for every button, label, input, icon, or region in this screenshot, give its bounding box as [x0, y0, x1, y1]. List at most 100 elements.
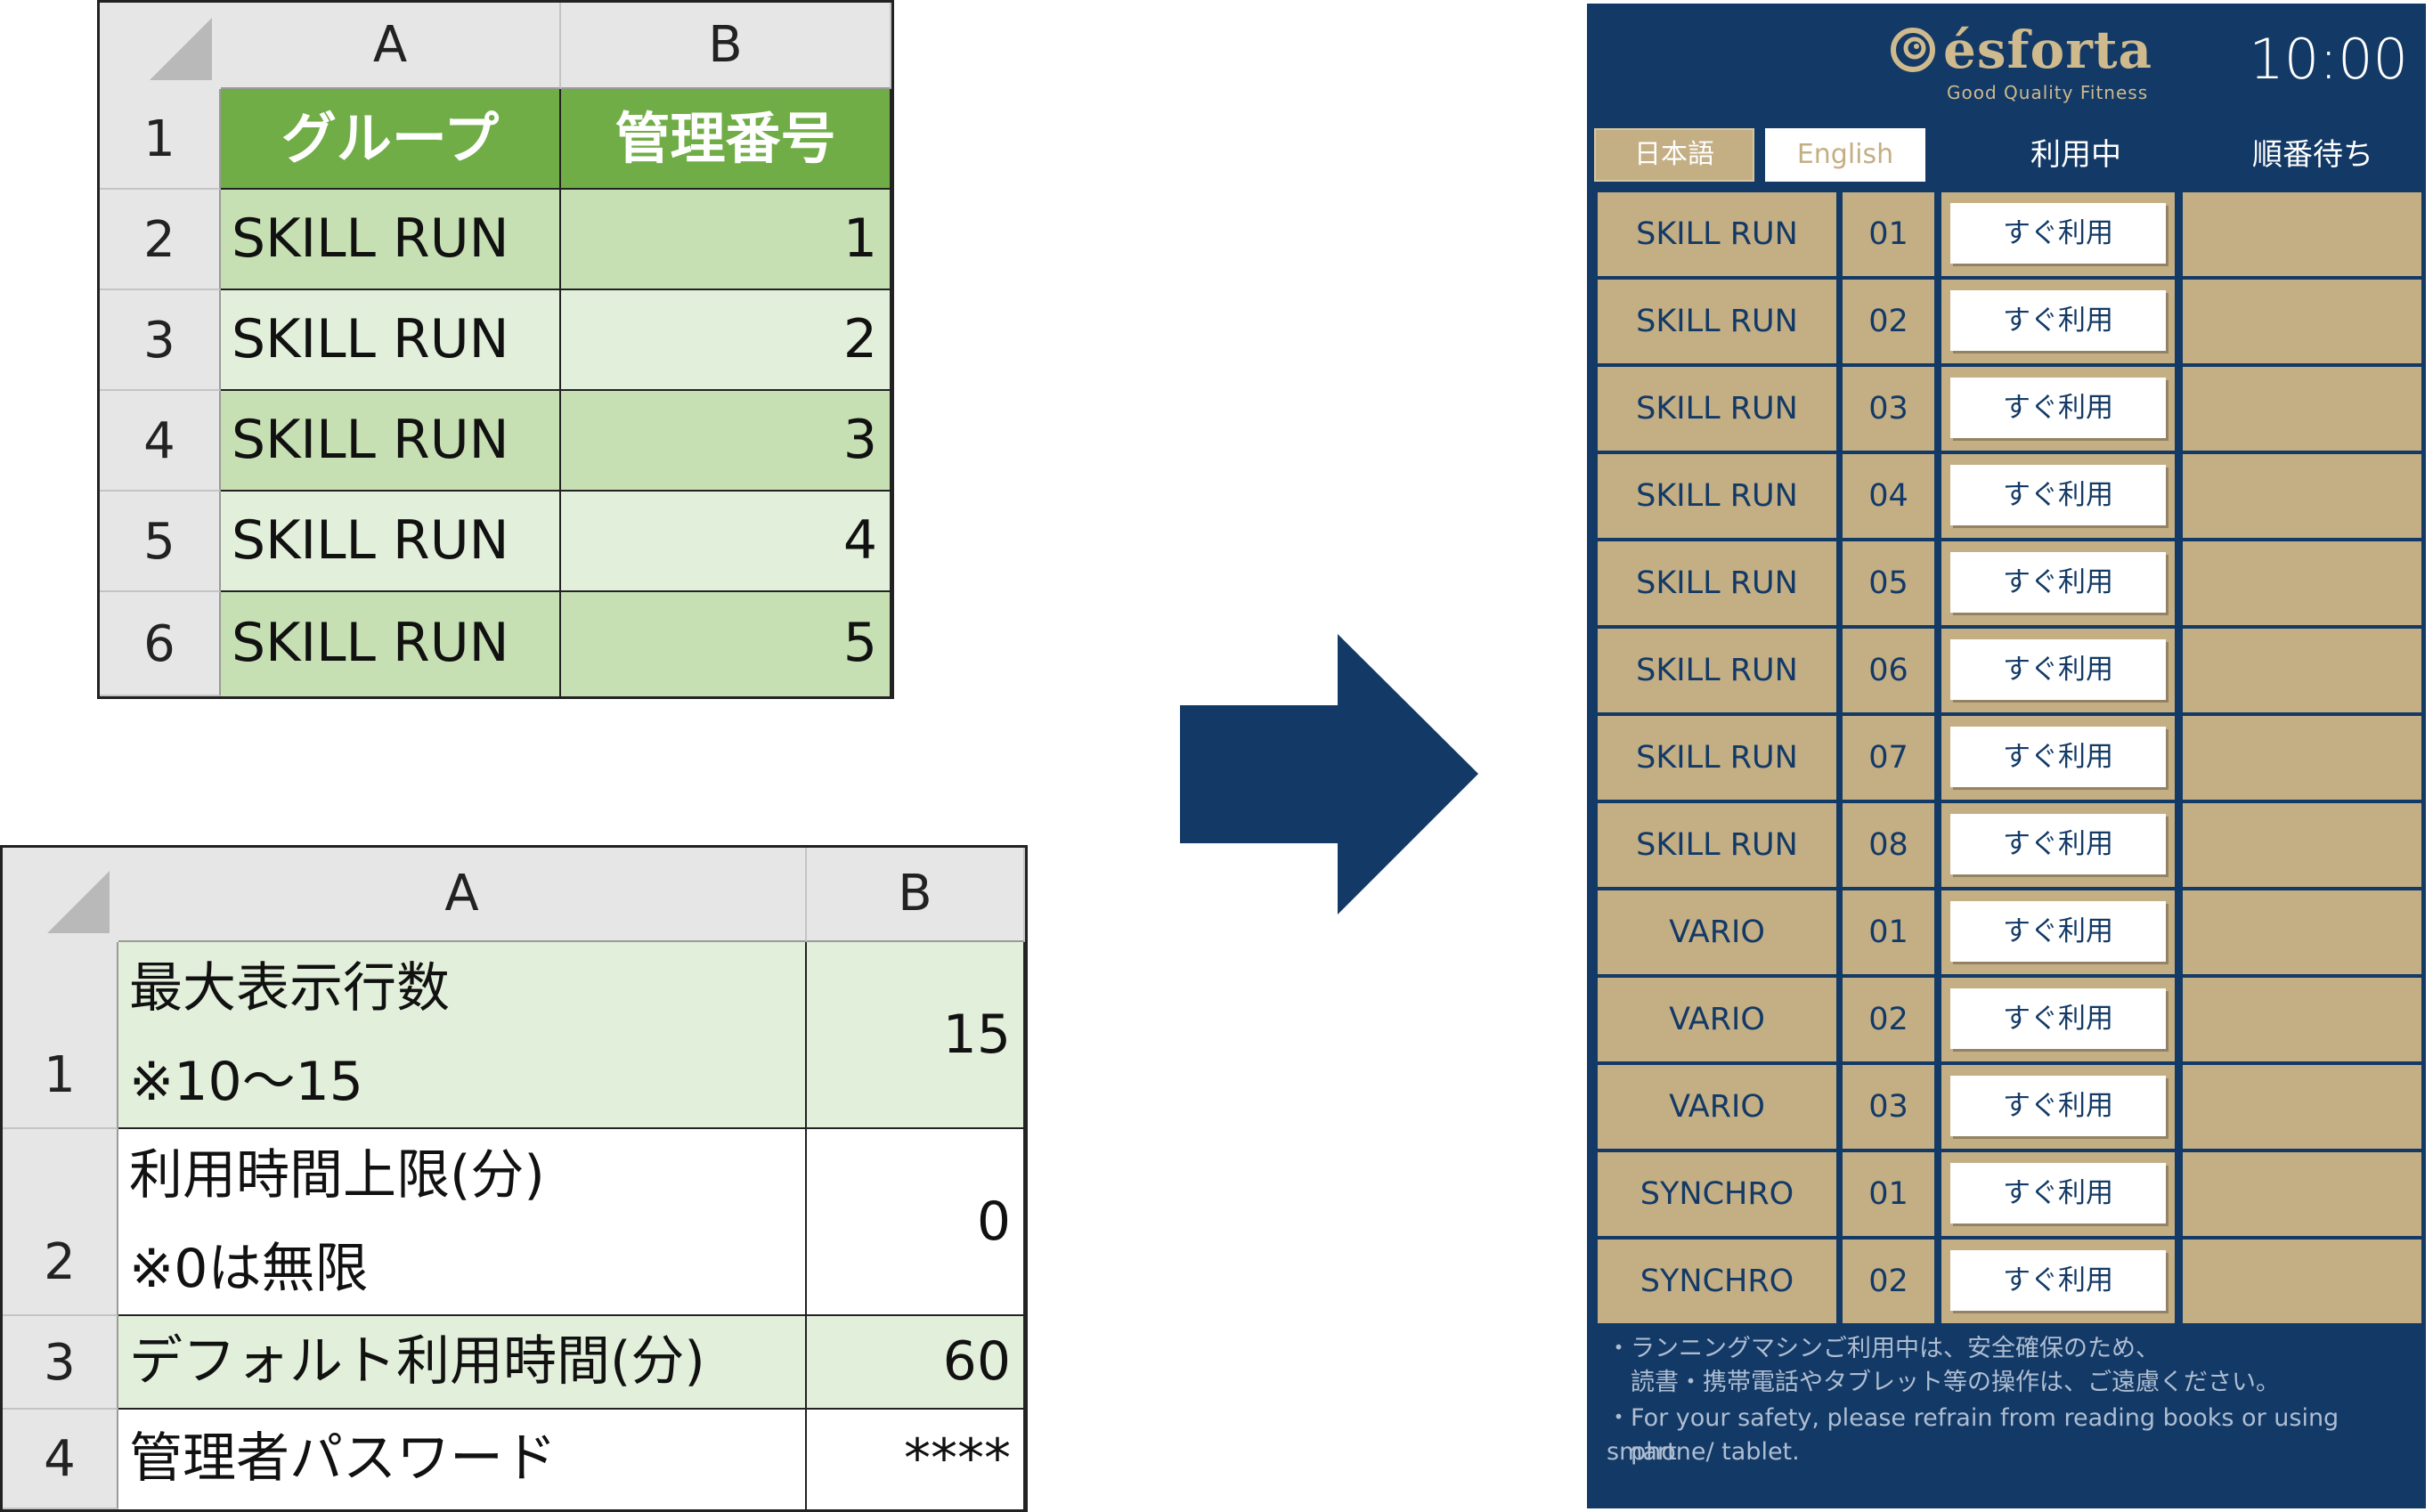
cell-a3[interactable]: SKILL RUN	[221, 290, 561, 391]
cell-a3-default-time[interactable]: デフォルト利用時間(分)	[118, 1316, 807, 1410]
use-now-button[interactable]: すぐ利用	[1950, 378, 2166, 438]
cell-a1-group-header[interactable]: グループ	[221, 89, 561, 190]
in-use-cell: すぐ利用	[1941, 890, 2175, 974]
cell-b3[interactable]: 60	[807, 1316, 1025, 1410]
cell-a2[interactable]: SKILL RUN	[221, 190, 561, 290]
waiting-cell[interactable]	[2183, 890, 2421, 974]
machine-number: 01	[1843, 890, 1934, 974]
row-header-3[interactable]: 3	[100, 290, 221, 391]
machine-number: 02	[1843, 978, 1934, 1061]
machine-name: SKILL RUN	[1598, 541, 1836, 625]
cell-a4[interactable]: SKILL RUN	[221, 391, 561, 492]
column-header-b[interactable]: B	[561, 3, 891, 89]
cell-b4[interactable]: ****	[807, 1410, 1025, 1509]
in-use-cell: すぐ利用	[1941, 541, 2175, 625]
cell-a2-line2: ※0は無限	[129, 1238, 369, 1300]
brand-logo: ésforta Good Quality Fitness	[1890, 20, 2157, 118]
cell-a5[interactable]: SKILL RUN	[221, 492, 561, 592]
machine-number: 04	[1843, 454, 1934, 538]
cell-a2-usage-limit[interactable]: 利用時間上限(分) ※0は無限	[118, 1129, 807, 1316]
use-now-button[interactable]: すぐ利用	[1950, 552, 2166, 613]
machine-name: SKILL RUN	[1598, 803, 1836, 887]
waiting-cell[interactable]	[2183, 280, 2421, 363]
in-use-cell: すぐ利用	[1941, 716, 2175, 800]
machine-row: SKILL RUN 04 すぐ利用	[1598, 454, 2421, 538]
waiting-cell[interactable]	[2183, 978, 2421, 1061]
row-header-1[interactable]: 1	[3, 942, 118, 1129]
row-header-1[interactable]: 1	[100, 89, 221, 190]
waiting-cell[interactable]	[2183, 803, 2421, 887]
machine-row: SKILL RUN 02 すぐ利用	[1598, 280, 2421, 363]
machine-name: SKILL RUN	[1598, 629, 1836, 712]
use-now-button[interactable]: すぐ利用	[1950, 639, 2166, 700]
use-now-button[interactable]: すぐ利用	[1950, 465, 2166, 525]
waiting-cell[interactable]	[2183, 1152, 2421, 1236]
spreadsheet-machine-list: A B 1 2 3 4 5 6 グループ 管理番号 SKILL RUN 1 SK…	[97, 0, 894, 699]
machine-name: VARIO	[1598, 978, 1836, 1061]
row-header-2[interactable]: 2	[100, 190, 221, 290]
in-use-cell: すぐ利用	[1941, 280, 2175, 363]
waiting-cell[interactable]	[2183, 454, 2421, 538]
waiting-cell[interactable]	[2183, 716, 2421, 800]
machine-row: VARIO 03 すぐ利用	[1598, 1065, 2421, 1149]
select-all-corner[interactable]	[100, 3, 221, 89]
cell-b3[interactable]: 2	[561, 290, 891, 391]
waiting-cell[interactable]	[2183, 192, 2421, 276]
cell-a6[interactable]: SKILL RUN	[221, 592, 561, 696]
safety-note-en-2: phone/ tablet.	[1607, 1438, 1800, 1466]
cell-b1-id-header[interactable]: 管理番号	[561, 89, 891, 190]
select-all-corner[interactable]	[3, 848, 118, 942]
use-now-button[interactable]: すぐ利用	[1950, 727, 2166, 787]
cell-b2[interactable]: 1	[561, 190, 891, 290]
machine-name: SKILL RUN	[1598, 280, 1836, 363]
use-now-button[interactable]: すぐ利用	[1950, 1250, 2166, 1311]
row-header-4[interactable]: 4	[100, 391, 221, 492]
column-header-a[interactable]: A	[118, 848, 807, 942]
use-now-button[interactable]: すぐ利用	[1950, 988, 2166, 1049]
machine-row: SKILL RUN 06 すぐ利用	[1598, 629, 2421, 712]
use-now-button[interactable]: すぐ利用	[1950, 1163, 2166, 1223]
column-header-b[interactable]: B	[807, 848, 1025, 942]
cell-a2-line1: 利用時間上限(分)	[129, 1144, 545, 1207]
cell-b5[interactable]: 4	[561, 492, 891, 592]
waiting-cell[interactable]	[2183, 629, 2421, 712]
machine-name: VARIO	[1598, 1065, 1836, 1149]
cell-b6[interactable]: 5	[561, 592, 891, 696]
machine-number: 08	[1843, 803, 1934, 887]
column-title-in-use: 利用中	[2030, 137, 2121, 173]
language-japanese-button[interactable]: 日本語	[1594, 128, 1754, 182]
use-now-button[interactable]: すぐ利用	[1950, 901, 2166, 962]
spreadsheet-settings: A B 1 2 3 4 最大表示行数 ※10～15 15 利用時間上限(分) ※…	[0, 845, 1028, 1512]
cell-b1[interactable]: 15	[807, 942, 1025, 1129]
waiting-cell[interactable]	[2183, 1240, 2421, 1323]
row-header-5[interactable]: 5	[100, 492, 221, 592]
in-use-cell: すぐ利用	[1941, 629, 2175, 712]
cell-b2[interactable]: 0	[807, 1129, 1025, 1316]
waiting-cell[interactable]	[2183, 541, 2421, 625]
machine-name: SYNCHRO	[1598, 1240, 1836, 1323]
row-header-4[interactable]: 4	[3, 1410, 118, 1509]
machine-row: SKILL RUN 03 すぐ利用	[1598, 367, 2421, 451]
use-now-button[interactable]: すぐ利用	[1950, 814, 2166, 874]
machine-row: VARIO 02 すぐ利用	[1598, 978, 2421, 1061]
safety-note-ja-1: ・ランニングマシンご利用中は、安全確保のため、	[1607, 1335, 2160, 1362]
cell-a1-max-rows[interactable]: 最大表示行数 ※10～15	[118, 942, 807, 1129]
waiting-cell[interactable]	[2183, 1065, 2421, 1149]
row-header-3[interactable]: 3	[3, 1316, 118, 1410]
row-header-6[interactable]: 6	[100, 592, 221, 696]
use-now-button[interactable]: すぐ利用	[1950, 290, 2166, 351]
brand-name: ésforta	[1943, 20, 2153, 80]
row-header-2[interactable]: 2	[3, 1129, 118, 1316]
use-now-button[interactable]: すぐ利用	[1950, 1076, 2166, 1136]
column-title-waiting: 順番待ち	[2252, 137, 2373, 173]
cell-a4-admin-password[interactable]: 管理者パスワード	[118, 1410, 807, 1509]
brand-swirl-icon	[1891, 28, 1935, 72]
brand-tagline: Good Quality Fitness	[1947, 82, 2149, 103]
waiting-cell[interactable]	[2183, 367, 2421, 451]
in-use-cell: すぐ利用	[1941, 1065, 2175, 1149]
cell-b4[interactable]: 3	[561, 391, 891, 492]
machine-number: 01	[1843, 1152, 1934, 1236]
language-english-button[interactable]: English	[1765, 128, 1925, 182]
column-header-a[interactable]: A	[221, 3, 561, 89]
use-now-button[interactable]: すぐ利用	[1950, 203, 2166, 264]
